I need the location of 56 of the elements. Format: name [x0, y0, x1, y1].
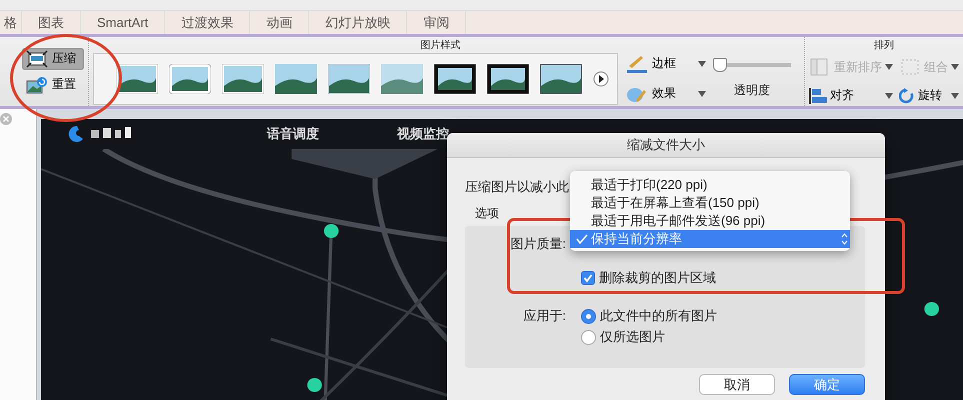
- more-styles-button[interactable]: [593, 70, 609, 86]
- picture-reset-icon: [26, 76, 48, 94]
- picture-style-thumbnail[interactable]: [275, 64, 317, 94]
- caret-icon: [698, 60, 706, 66]
- ribbon-tab[interactable]: 幻灯片放映: [309, 11, 408, 34]
- menu-item[interactable]: 最适于在屏幕上查看(150 ppi): [570, 194, 850, 212]
- description-text: 压缩图片以减小此: [465, 178, 569, 196]
- ribbon-tab[interactable]: SmartArt: [81, 11, 166, 34]
- picture-style-thumbnail[interactable]: [381, 64, 423, 94]
- section-label: 选项: [475, 205, 499, 222]
- picture-style-thumbnail[interactable]: [540, 64, 582, 94]
- radio-label: 此文件中的所有图片: [600, 307, 717, 325]
- ribbon-tab[interactable]: 审阅: [407, 11, 466, 34]
- border-button[interactable]: 边框: [626, 54, 706, 74]
- align-icon: [809, 88, 827, 104]
- group-title: 图片样式: [420, 38, 462, 51]
- caret-icon: [885, 92, 893, 98]
- radio-button[interactable]: [581, 330, 596, 344]
- menu-item[interactable]: 最适于打印(220 ppi): [570, 176, 850, 194]
- checkbox[interactable]: [581, 271, 595, 285]
- compress-button[interactable]: 压缩: [22, 48, 84, 70]
- effects-button[interactable]: 效果: [626, 84, 706, 104]
- slider-label: 透明度: [734, 82, 770, 99]
- ribbon-tab[interactable]: 动画: [250, 11, 310, 34]
- menu-item[interactable]: 保持当前分辨率: [570, 230, 850, 248]
- reset-button[interactable]: 重置: [22, 74, 84, 96]
- picture-style-thumbnail[interactable]: [222, 64, 264, 94]
- ribbon-tab[interactable]: 图表: [22, 11, 81, 34]
- radio-button[interactable]: [581, 308, 596, 324]
- pen-line-icon: [626, 54, 648, 74]
- picture-style-thumbnail[interactable]: [328, 64, 370, 94]
- caret-icon: [885, 64, 893, 70]
- group-icon: [899, 57, 921, 77]
- rotate-icon: [899, 88, 915, 104]
- group-title: 排列: [873, 38, 895, 51]
- stepper-icon: [841, 233, 848, 245]
- picture-style-thumbnail[interactable]: [116, 64, 158, 94]
- field-label: 应用于:: [522, 307, 566, 325]
- checkmark-icon: [576, 234, 588, 244]
- ribbon-tab[interactable]: 过渡效果: [165, 11, 250, 34]
- picture-style-thumbnail[interactable]: [434, 64, 476, 94]
- field-label: 图片质量:: [509, 235, 566, 253]
- compress-icon: [26, 50, 48, 68]
- picture-style-thumbnail[interactable]: [169, 64, 211, 94]
- caret-icon: [698, 90, 706, 96]
- rotate-button[interactable]: 旋转: [899, 87, 959, 104]
- ribbon-tab[interactable]: 格: [0, 11, 22, 34]
- checkbox-label: 删除裁剪的图片区域: [599, 269, 716, 287]
- caret-icon: [951, 64, 959, 70]
- align-button[interactable]: 对齐: [809, 87, 893, 104]
- radio-label: 仅所选图片: [600, 328, 665, 346]
- cancel-button[interactable]: 取消: [699, 374, 775, 395]
- dialog-title: 缩减文件大小: [447, 133, 885, 158]
- menu-item[interactable]: 最适于用电子邮件发送(96 ppi): [570, 212, 850, 230]
- picture-style-thumbnail[interactable]: [487, 64, 529, 94]
- caret-icon: [951, 92, 959, 98]
